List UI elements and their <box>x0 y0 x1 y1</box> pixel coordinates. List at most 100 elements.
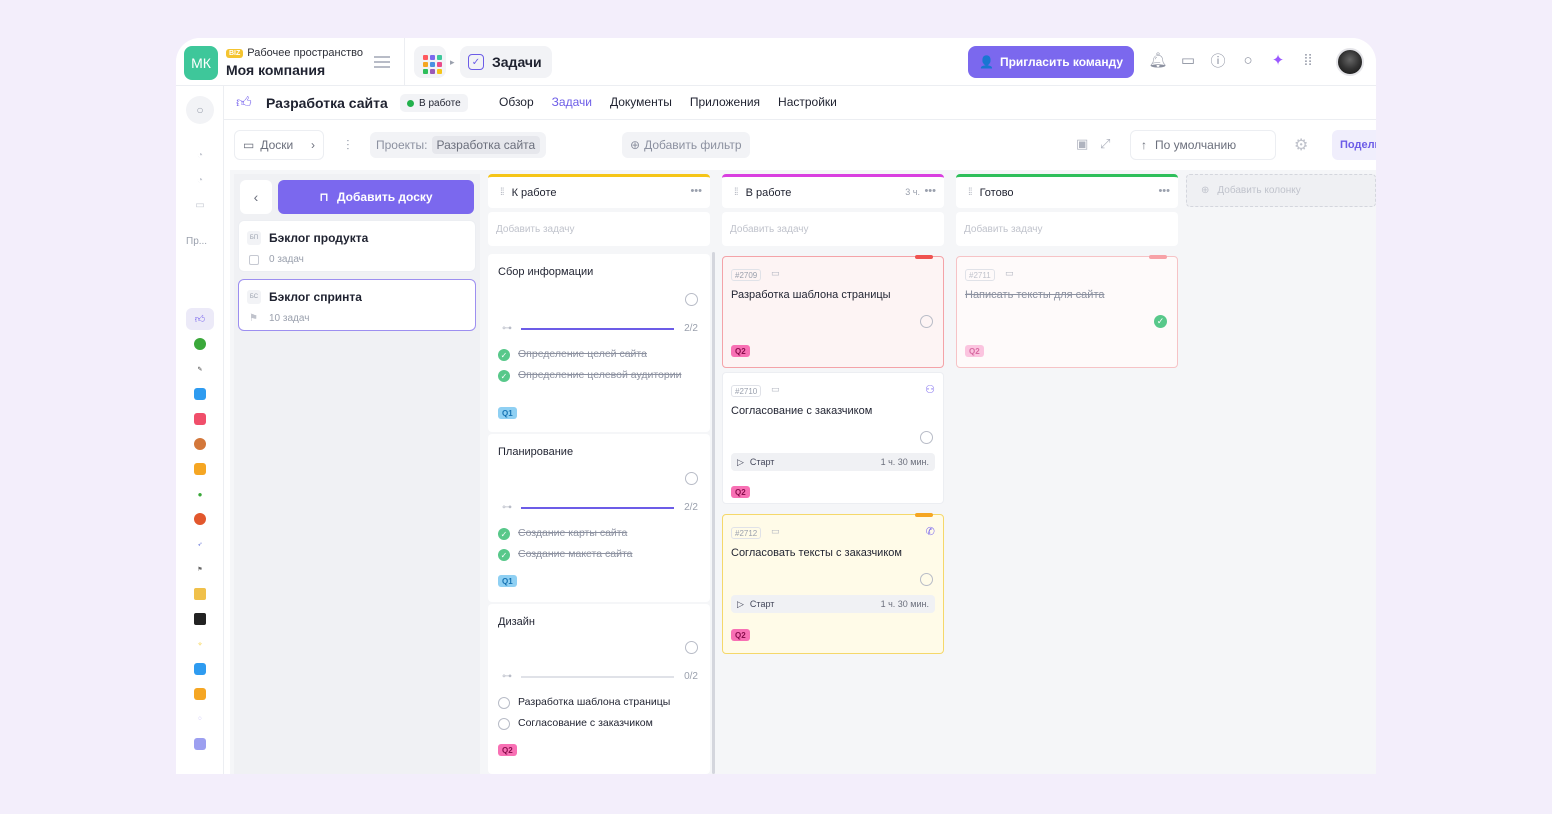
column-title: Готово <box>979 186 1014 199</box>
complete-checkbox[interactable] <box>685 472 698 485</box>
task-card[interactable]: #2712 ▭ ✆ Согласовать тексты с заказчико… <box>722 513 944 654</box>
sliders-icon[interactable]: ⫶ <box>346 137 350 154</box>
subtask-item[interactable]: ✓ Определение целей сайта <box>498 348 698 361</box>
project-chip[interactable]: Разработка сайта <box>431 136 541 154</box>
tab-settings[interactable]: Настройки <box>778 95 837 109</box>
save-icon[interactable]: ▣ <box>1076 136 1088 152</box>
subtask-item[interactable]: ✓ Создание макета сайта <box>498 548 698 561</box>
board-item[interactable]: БС Бэклог спринта ⚑ 10 задач <box>238 279 476 331</box>
workspace-avatar[interactable]: МК <box>184 46 218 80</box>
subtask-item[interactable]: Согласование с заказчиком <box>498 717 698 730</box>
project-icon-dot[interactable]: ● <box>194 488 206 500</box>
share-button[interactable]: Поделиться <box>1332 130 1376 160</box>
project-icon-cp[interactable] <box>194 413 206 425</box>
sparkle-icon[interactable]: ✦ <box>1268 50 1288 70</box>
sort-select[interactable]: ↑ По умолчанию <box>1130 130 1276 160</box>
tag-q2[interactable]: Q2 <box>731 345 750 357</box>
tag-q2[interactable]: Q2 <box>498 744 517 756</box>
project-icon-dk[interactable] <box>194 663 206 675</box>
task-card[interactable]: #2711 ▭ Написать тексты для сайта ✓ Q2 <box>956 255 1178 368</box>
complete-checkbox[interactable] <box>920 573 933 586</box>
more-icon[interactable]: ••• <box>1158 185 1170 197</box>
project-icon-kr[interactable] <box>194 688 206 700</box>
user-avatar[interactable] <box>1336 48 1364 76</box>
add-filter-button[interactable]: ⊕ Добавить фильтр <box>622 132 750 158</box>
complete-checkbox[interactable] <box>685 641 698 654</box>
help-icon[interactable]: ⓘ <box>1208 50 1228 70</box>
task-card[interactable]: #2709 ▭ Разработка шаблона страницы Q2 <box>722 255 944 368</box>
project-icon-flag[interactable]: ⚑ <box>194 563 206 575</box>
gear-icon[interactable]: ⚙ <box>1294 135 1308 155</box>
status-badge[interactable]: В работе <box>400 94 468 112</box>
project-icon-star[interactable]: ✧ <box>194 638 206 650</box>
add-task-input[interactable]: Добавить задачу <box>722 212 944 246</box>
column-header-inprogress[interactable]: ⁞⁞ В работе 3 ч. ••• <box>722 174 944 208</box>
tab-apps[interactable]: Приложения <box>690 95 760 109</box>
timer-button[interactable]: ▷ Старт 1 ч. 30 мин. <box>731 453 935 471</box>
folder-icon[interactable]: ▭ <box>1178 50 1198 70</box>
expand-icon[interactable]: ⤢ <box>1100 136 1110 152</box>
project-icon-ticket[interactable] <box>194 588 206 600</box>
task-group-card[interactable]: Планирование ⊶ 2/2 ✓ Создание карты сайта… <box>488 434 710 602</box>
tag-q2[interactable]: Q2 <box>731 629 750 641</box>
task-group-card[interactable]: Дизайн ⊶ 0/2 Разработка шаблона страницы… <box>488 604 710 774</box>
tasks-section-tab[interactable]: ✓ Задачи <box>460 46 552 78</box>
subtask-item[interactable]: ✓ Создание карты сайта <box>498 527 698 540</box>
column-scrollbar[interactable] <box>712 252 715 774</box>
project-icon-orbit[interactable]: ◌ <box>194 713 206 725</box>
flag-icon: ⚑ <box>249 313 258 324</box>
projects-filter[interactable]: Проекты: Разработка сайта <box>370 132 547 158</box>
project-icon-donut[interactable] <box>194 438 206 450</box>
tab-overview[interactable]: Обзор <box>499 95 534 109</box>
project-icon-p[interactable] <box>194 388 206 400</box>
add-board-button[interactable]: ⊓ Добавить доску <box>278 180 474 214</box>
search-icon[interactable]: ○ <box>1238 50 1258 70</box>
complete-checkbox[interactable] <box>920 315 933 328</box>
history-icon[interactable]: ◔ <box>193 173 207 187</box>
drag-handle-icon[interactable]: ⁞⁞ <box>968 187 972 198</box>
boards-toggle[interactable]: ▭ Доски › <box>234 130 324 160</box>
check-circle-icon[interactable]: ✓ <box>1154 315 1167 328</box>
invite-team-button[interactable]: 👤 Пригласить команду <box>968 46 1134 78</box>
apps-grid-button[interactable] <box>414 46 446 78</box>
task-card[interactable]: #2710 ▭ ⚇ Согласование с заказчиком ▷ Ст… <box>722 372 944 504</box>
add-task-input[interactable]: Добавить задачу <box>956 212 1178 246</box>
more-icon[interactable]: ••• <box>924 185 936 197</box>
project-icon-monitor[interactable] <box>194 613 206 625</box>
project-icon-rocket[interactable]: ➶ <box>194 538 206 550</box>
more-icon[interactable]: ••• <box>690 185 702 197</box>
project-icon-tree[interactable] <box>194 338 206 350</box>
project-icon-fox[interactable] <box>194 513 206 525</box>
tab-documents[interactable]: Документы <box>610 95 672 109</box>
project-icon-f[interactable] <box>194 463 206 475</box>
drag-handle-icon[interactable]: ⁞⁞ <box>500 187 504 198</box>
complete-checkbox[interactable] <box>920 431 933 444</box>
board-item[interactable]: БП Бэклог продукта 0 задач <box>238 220 476 272</box>
collapse-panel-button[interactable]: ‹ <box>240 180 272 214</box>
bell-icon[interactable]: 🔔︎ <box>1148 50 1168 70</box>
add-column-button[interactable]: ⊕ Добавить колонку <box>1186 174 1376 207</box>
column-header-todo[interactable]: ⁞⁞ К работе ••• <box>488 174 710 208</box>
project-icon-site[interactable]: 👍︎ <box>194 313 206 325</box>
task-group-card[interactable]: Сбор информации ⊶ 2/2 ✓ Определение целей… <box>488 254 710 432</box>
tag-q2[interactable]: Q2 <box>731 486 750 498</box>
subtask-item[interactable]: ✓ Определение целевой аудитории <box>498 369 698 382</box>
project-icon-brush[interactable]: ✎ <box>194 363 206 375</box>
grid-icon[interactable]: ⁞⁞ <box>1298 50 1318 70</box>
add-task-input[interactable]: Добавить задачу <box>488 212 710 246</box>
tag-q2[interactable]: Q2 <box>965 345 984 357</box>
subtask-item[interactable]: Разработка шаблона страницы <box>498 696 698 709</box>
tab-tasks[interactable]: Задачи <box>552 95 592 109</box>
complete-checkbox[interactable] <box>685 293 698 306</box>
recent-icon[interactable]: ◔ <box>193 148 207 162</box>
timer-button[interactable]: ▷ Старт 1 ч. 30 мин. <box>731 595 935 613</box>
folder-icon[interactable]: ▭ <box>193 198 207 212</box>
tag-q1[interactable]: Q1 <box>498 575 517 587</box>
tag-q1[interactable]: Q1 <box>498 407 517 419</box>
workspace-name[interactable]: Моя компания <box>226 62 325 78</box>
column-header-done[interactable]: ⁞⁞ Готово ••• <box>956 174 1178 208</box>
hamburger-menu-icon[interactable] <box>374 56 390 68</box>
drag-handle-icon[interactable]: ⁞⁞ <box>734 187 738 198</box>
project-icon-mc[interactable] <box>194 738 206 750</box>
rail-search-icon[interactable]: ○ <box>186 96 214 124</box>
